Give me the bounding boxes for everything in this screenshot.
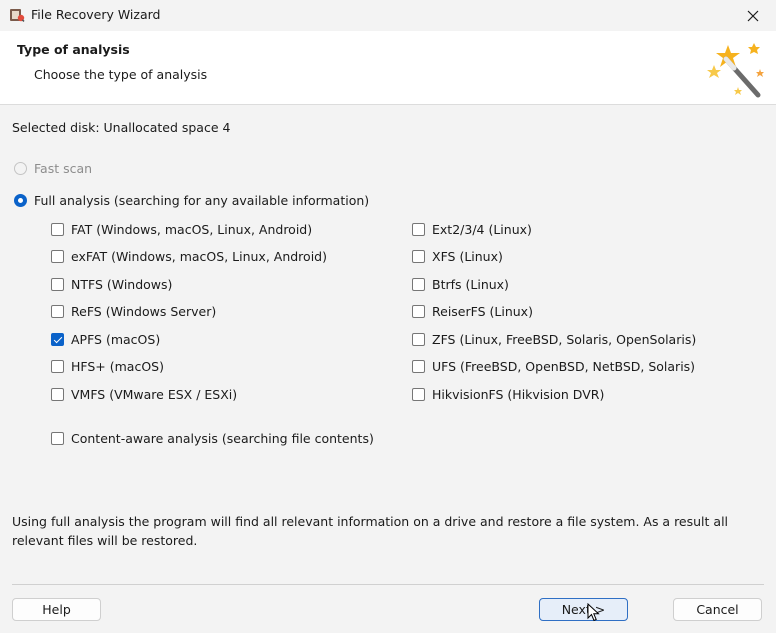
checkbox[interactable] <box>51 360 64 373</box>
close-icon <box>747 10 759 21</box>
fast-scan-label: Fast scan <box>34 161 93 176</box>
fs-label-xfs: XFS (Linux) <box>432 249 503 264</box>
checkbox[interactable] <box>51 388 64 401</box>
divider <box>12 584 764 585</box>
fs-checkbox-xfs[interactable]: XFS (Linux) <box>412 249 503 264</box>
fs-label-exfat: exFAT (Windows, macOS, Linux, Android) <box>71 249 327 264</box>
help-button[interactable]: Help <box>12 598 101 621</box>
fs-label-apfs: APFS (macOS) <box>71 332 161 347</box>
checkbox[interactable] <box>412 333 425 346</box>
app-icon <box>10 9 25 22</box>
full-analysis-radio[interactable]: Full analysis (searching for any availab… <box>14 193 369 208</box>
fs-checkbox-vmfs[interactable]: VMFS (VMware ESX / ESXi) <box>51 387 237 402</box>
page-subtitle: Choose the type of analysis <box>34 67 208 82</box>
fs-checkbox-hikvisionfs[interactable]: HikvisionFS (Hikvision DVR) <box>412 387 604 402</box>
content-aware-checkbox[interactable]: Content-aware analysis (searching file c… <box>51 431 374 446</box>
fast-scan-radio[interactable]: Fast scan <box>14 161 92 176</box>
fs-label-refs: ReFS (Windows Server) <box>71 304 217 319</box>
magic-wand-icon <box>707 43 764 98</box>
fs-label-zfs: ZFS (Linux, FreeBSD, Solaris, OpenSolari… <box>432 332 697 347</box>
fs-checkbox-zfs[interactable]: ZFS (Linux, FreeBSD, Solaris, OpenSolari… <box>412 332 696 347</box>
content-aware-label: Content-aware analysis (searching file c… <box>71 431 374 446</box>
fs-checkbox-ufs[interactable]: UFS (FreeBSD, OpenBSD, NetBSD, Solaris) <box>412 359 695 374</box>
mouse-cursor-icon <box>587 603 600 622</box>
fs-checkbox-btrfs[interactable]: Btrfs (Linux) <box>412 277 509 292</box>
selected-disk-label: Selected disk: Unallocated space 4 <box>12 120 231 135</box>
window-title: File Recovery Wizard <box>31 7 161 22</box>
full-analysis-radio-button[interactable] <box>14 194 27 207</box>
checkbox-checked[interactable] <box>51 333 64 346</box>
fs-label-ntfs: NTFS (Windows) <box>71 277 173 292</box>
fs-checkbox-fat[interactable]: FAT (Windows, macOS, Linux, Android) <box>51 222 312 237</box>
checkbox[interactable] <box>412 360 425 373</box>
fs-checkbox-apfs[interactable]: APFS (macOS) <box>51 332 160 347</box>
checkbox[interactable] <box>412 388 425 401</box>
fs-label-btrfs: Btrfs (Linux) <box>432 277 509 292</box>
cancel-button[interactable]: Cancel <box>673 598 762 621</box>
checkbox[interactable] <box>412 223 425 236</box>
checkbox[interactable] <box>412 305 425 318</box>
fs-label-hfsplus: HFS+ (macOS) <box>71 359 164 374</box>
fs-label-fat: FAT (Windows, macOS, Linux, Android) <box>71 222 313 237</box>
fs-label-ext: Ext2/3/4 (Linux) <box>432 222 532 237</box>
checkbox[interactable] <box>51 223 64 236</box>
fs-label-ufs: UFS (FreeBSD, OpenBSD, NetBSD, Solaris) <box>432 359 696 374</box>
fs-checkbox-refs[interactable]: ReFS (Windows Server) <box>51 304 216 319</box>
next-button[interactable]: Next > <box>539 598 628 621</box>
checkbox[interactable] <box>412 278 425 291</box>
wizard-header: Type of analysis Choose the type of anal… <box>0 31 776 105</box>
checkbox[interactable] <box>51 278 64 291</box>
close-button[interactable] <box>730 0 776 31</box>
fs-checkbox-ntfs[interactable]: NTFS (Windows) <box>51 277 172 292</box>
fs-label-reiserfs: ReiserFS (Linux) <box>432 304 533 319</box>
checkbox[interactable] <box>51 305 64 318</box>
checkbox[interactable] <box>51 250 64 263</box>
checkbox[interactable] <box>412 250 425 263</box>
fs-checkbox-ext[interactable]: Ext2/3/4 (Linux) <box>412 222 532 237</box>
fs-label-vmfs: VMFS (VMware ESX / ESXi) <box>71 387 238 402</box>
fs-label-hikvisionfs: HikvisionFS (Hikvision DVR) <box>432 387 605 402</box>
full-analysis-label: Full analysis (searching for any availab… <box>34 193 370 208</box>
fs-checkbox-reiserfs[interactable]: ReiserFS (Linux) <box>412 304 533 319</box>
checkbox[interactable] <box>51 432 64 445</box>
page-title: Type of analysis <box>17 42 130 57</box>
fs-checkbox-exfat[interactable]: exFAT (Windows, macOS, Linux, Android) <box>51 249 327 264</box>
fs-checkbox-hfsplus[interactable]: HFS+ (macOS) <box>51 359 164 374</box>
analysis-description: Using full analysis the program will fin… <box>12 514 729 548</box>
title-bar: File Recovery Wizard <box>0 0 776 31</box>
fast-scan-radio-button[interactable] <box>14 162 27 175</box>
